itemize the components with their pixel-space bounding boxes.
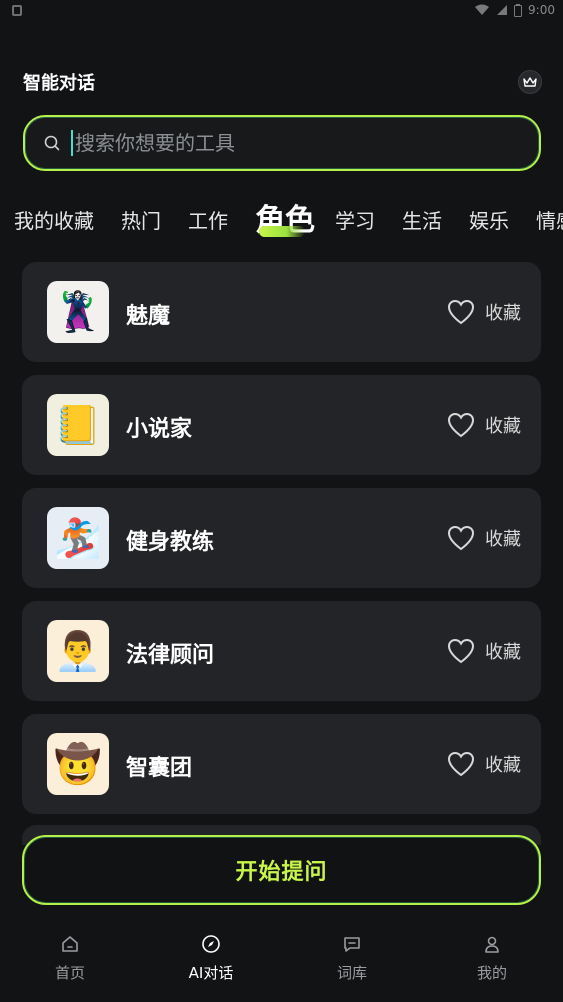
avatar: 🤠 xyxy=(47,733,109,795)
wifi-icon xyxy=(475,4,490,15)
nav-label: AI对话 xyxy=(188,964,234,982)
start-asking-button[interactable]: 开始提问 xyxy=(22,835,541,905)
avatar: 🦹‍♀️ xyxy=(47,281,109,343)
item-name: 魅魔 xyxy=(126,304,171,329)
favorite-label: 收藏 xyxy=(485,303,521,324)
item-name: 法律顾问 xyxy=(126,643,215,668)
list-item[interactable]: 🤠 智囊团 收藏 xyxy=(22,714,541,814)
list-item[interactable]: 📒 小说家 收藏 xyxy=(22,375,541,475)
heart-icon xyxy=(447,299,475,325)
item-name: 小说家 xyxy=(126,417,193,442)
status-bar: 9:00 xyxy=(0,0,563,24)
favorite-label: 收藏 xyxy=(485,529,521,550)
home-icon xyxy=(62,936,78,952)
item-name: 智囊团 xyxy=(126,756,193,781)
heart-icon xyxy=(447,638,475,664)
favorite-label: 收藏 xyxy=(485,416,521,437)
search-input[interactable] xyxy=(75,131,495,155)
item-name: 健身教练 xyxy=(126,530,215,555)
list-item[interactable]: 🏂 健身教练 收藏 xyxy=(22,488,541,588)
avatar: 🏂 xyxy=(47,507,109,569)
notification-icon xyxy=(12,5,22,16)
user-icon xyxy=(485,936,499,953)
battery-icon xyxy=(514,3,523,17)
page-title: 智能对话 xyxy=(23,73,95,94)
search-bar[interactable] xyxy=(23,115,541,171)
tab-favorites[interactable]: 我的收藏 xyxy=(14,205,94,234)
category-tabs: 我的收藏 热门 工作 角色 学习 生活 娱乐 情感 xyxy=(0,195,563,245)
nav-item-ai-chat[interactable]: AI对话 xyxy=(161,934,261,983)
tab-work[interactable]: 工作 xyxy=(188,205,228,234)
tab-entertainment[interactable]: 娱乐 xyxy=(469,205,509,234)
message-icon xyxy=(344,937,360,952)
tab-study[interactable]: 学习 xyxy=(335,205,375,234)
favorite-button[interactable]: 收藏 xyxy=(447,751,521,777)
tab-hot[interactable]: 热门 xyxy=(121,205,161,234)
active-tab-indicator xyxy=(259,226,305,237)
crown-icon xyxy=(523,77,537,87)
tab-emotion[interactable]: 情感 xyxy=(536,205,563,234)
favorite-button[interactable]: 收藏 xyxy=(447,299,521,325)
bottom-nav: 首页 AI对话 词库 我的 xyxy=(0,920,563,1002)
avatar: 👨‍💼 xyxy=(47,620,109,682)
tab-life[interactable]: 生活 xyxy=(402,205,442,234)
status-time: 9:00 xyxy=(528,3,555,17)
search-icon xyxy=(44,135,60,151)
favorite-label: 收藏 xyxy=(485,755,521,776)
favorite-button[interactable]: 收藏 xyxy=(447,412,521,438)
avatar: 📒 xyxy=(47,394,109,456)
favorite-button[interactable]: 收藏 xyxy=(447,638,521,664)
nav-label: 首页 xyxy=(54,964,85,982)
heart-icon xyxy=(447,525,475,551)
nav-label: 我的 xyxy=(476,964,507,982)
signal-icon xyxy=(497,5,508,15)
vip-button[interactable] xyxy=(518,70,542,94)
heart-icon xyxy=(447,751,475,777)
nav-label: 词库 xyxy=(336,964,367,982)
text-cursor xyxy=(71,130,73,156)
list-item[interactable]: 🦹‍♀️ 魅魔 收藏 xyxy=(22,262,541,362)
favorite-label: 收藏 xyxy=(485,642,521,663)
heart-icon xyxy=(447,412,475,438)
compass-icon xyxy=(202,935,220,953)
list-item[interactable]: 👨‍💼 法律顾问 收藏 xyxy=(22,601,541,701)
nav-item-library[interactable]: 词库 xyxy=(302,934,402,983)
nav-item-profile[interactable]: 我的 xyxy=(442,934,542,983)
nav-item-home[interactable]: 首页 xyxy=(20,934,120,983)
favorite-button[interactable]: 收藏 xyxy=(447,525,521,551)
